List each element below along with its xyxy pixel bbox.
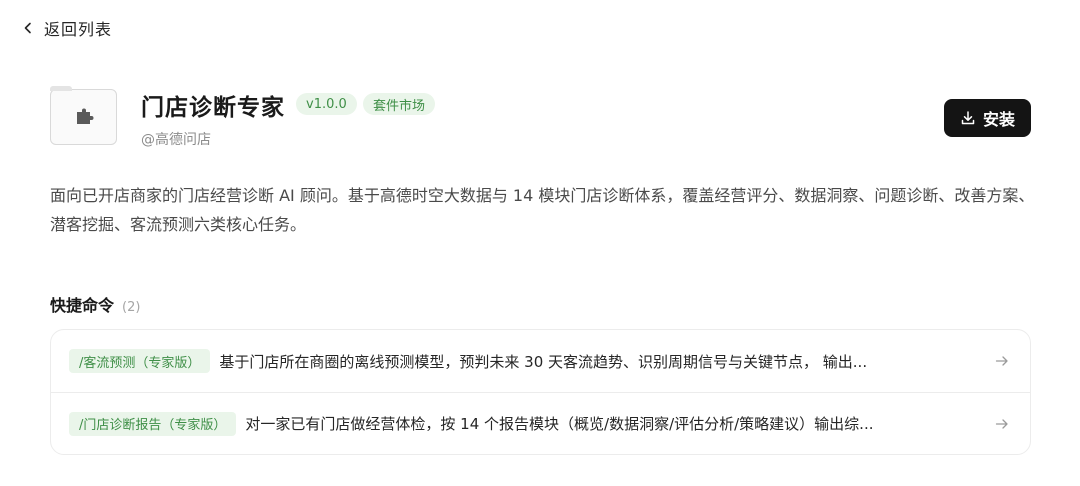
commands-section-title: 快捷命令 (2) <box>50 292 140 316</box>
command-tag: /门店诊断报告（专家版） <box>69 411 237 436</box>
download-icon <box>961 111 975 125</box>
command-item-traffic-forecast[interactable]: /客流预测（专家版） 基于门店所在商圈的离线预测模型，预判未来 30 天客流趋势… <box>51 330 1030 392</box>
puzzle-piece-icon <box>76 108 93 124</box>
plugin-description: 面向已开店商家的门店经营诊断 AI 顾问。基于高德时空大数据与 14 模块门店诊… <box>50 186 1035 234</box>
plugin-detail-page: 返回列表 门店诊断专家 v1.0.0 套件市场 @高德问店 安装 面向已开店商家… <box>0 0 1080 486</box>
commands-title: 快捷命令 <box>50 296 115 315</box>
version-badge: v1.0.0 <box>296 93 357 115</box>
category-badge: 套件市场 <box>363 93 436 115</box>
chevron-left-icon <box>24 22 31 34</box>
commands-count: (2) <box>122 300 141 315</box>
command-list: /客流预测（专家版） 基于门店所在商圈的离线预测模型，预判未来 30 天客流趋势… <box>50 329 1031 455</box>
command-tag: /客流预测（专家版） <box>69 349 211 373</box>
arrow-right-icon <box>995 418 1008 429</box>
back-label: 返回列表 <box>44 20 113 39</box>
command-description: 对一家已有门店做经营体检，按 14 个报告模块（概览/数据洞察/评估分析/策略建… <box>245 415 874 433</box>
install-label: 安装 <box>982 110 1015 129</box>
back-to-list-link[interactable]: 返回列表 <box>22 16 112 40</box>
arrow-right-icon <box>995 356 1008 366</box>
plugin-title: 门店诊断专家 <box>141 95 285 121</box>
command-description: 基于门店所在商圈的离线预测模型，预判未来 30 天客流趋势、识别周期信号与关键节… <box>219 352 868 371</box>
command-item-store-report[interactable]: /门店诊断报告（专家版） 对一家已有门店做经营体检，按 14 个报告模块（概览/… <box>51 392 1030 454</box>
plugin-icon-frame <box>50 86 117 145</box>
install-button[interactable]: 安装 <box>944 99 1031 137</box>
plugin-author: @高德问店 <box>141 132 211 148</box>
